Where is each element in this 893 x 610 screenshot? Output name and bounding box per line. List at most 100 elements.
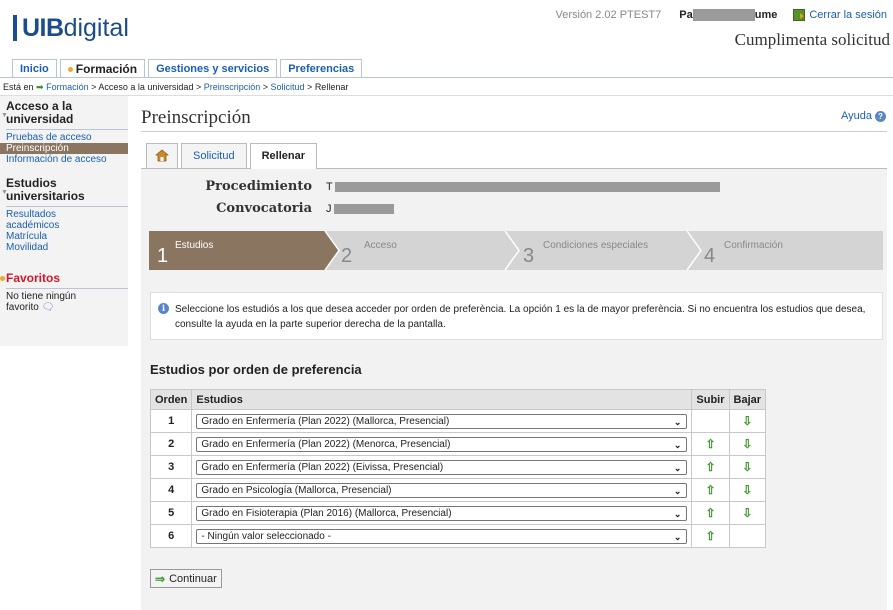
row-order: 3 (149, 455, 193, 479)
move-up-arrow-icon[interactable]: ⇧ (705, 483, 715, 497)
sidebar-section-estudios-label: Estudios universitarios (6, 176, 85, 203)
table-row: 6 - Ningún valor seleccionado - ⌄ ⇧ (149, 524, 767, 548)
sidebar-item-movilidad[interactable]: Movilidad (0, 242, 128, 253)
collapse-icon: ▼ (1, 112, 8, 119)
move-up-arrow-icon[interactable]: ⇧ (705, 437, 715, 451)
table-row: 1 Grado en Enfermería (Plan 2022) (Mallor… (149, 409, 767, 433)
procedimiento-label: Procedimiento (205, 179, 312, 194)
row-order: 1 (149, 409, 193, 433)
version-label: Versión 2.02 PTEST7 (555, 9, 662, 22)
breadcrumb-acceso: Acceso a la universidad (98, 82, 194, 92)
row-study-cell: Grado en Enfermería (Plan 2022) (Eivissa… (191, 455, 693, 479)
step-number: 4 (704, 245, 716, 267)
row-up-cell (691, 409, 730, 433)
move-up-arrow-icon[interactable]: ⇧ (705, 460, 715, 474)
top-navigation: Inicio Formación Gestiones y servicios P… (12, 59, 363, 77)
study-select[interactable]: Grado en Enfermería (Plan 2022) (Eivissa… (196, 459, 688, 475)
move-up-arrow-icon[interactable]: ⇧ (705, 506, 715, 520)
sidebar-section-estudios[interactable]: ▼ Estudios universitarios (0, 177, 128, 203)
move-up-arrow-icon[interactable]: ⇧ (705, 529, 715, 543)
logout-icon (793, 9, 806, 22)
tab-rellenar[interactable]: Rellenar (249, 143, 317, 169)
move-down-arrow-icon[interactable]: ⇩ (742, 414, 752, 428)
chevron-down-icon: ⌄ (673, 416, 682, 427)
nav-divider (0, 77, 893, 78)
sidebar-item-pruebas[interactable]: Pruebas de acceso (0, 132, 128, 143)
logo-bold-text: UIB (22, 13, 64, 42)
info-icon: i (158, 303, 169, 314)
row-order: 2 (149, 432, 193, 456)
continue-label: Continuar (169, 572, 217, 585)
row-up-cell: ⇧ (691, 455, 730, 479)
step-number: 1 (157, 245, 169, 267)
study-select-value: - Ningún valor seleccionado - (201, 530, 331, 542)
title-divider (141, 131, 887, 132)
logo-bar (13, 15, 17, 41)
help-link[interactable]: Ayuda? (841, 110, 886, 122)
favorites-title-label: Favoritos (6, 271, 61, 285)
row-up-cell: ⇧ (691, 501, 730, 525)
nav-tab-gestiones[interactable]: Gestiones y servicios (148, 59, 278, 77)
study-select[interactable]: Grado en Fisioterapia (Plan 2016) (Mallo… (196, 505, 688, 521)
study-select[interactable]: Grado en Enfermería (Plan 2022) (Mallorc… (196, 413, 688, 429)
study-select-value: Grado en Enfermería (Plan 2022) (Menorca… (201, 438, 451, 450)
tab-solicitud[interactable]: Solicitud (181, 143, 247, 168)
nav-tab-formacion[interactable]: Formación (59, 59, 146, 77)
move-down-arrow-icon[interactable]: ⇩ (742, 460, 752, 474)
row-order: 4 (149, 478, 193, 502)
move-down-arrow-icon[interactable]: ⇩ (742, 506, 752, 520)
home-icon (154, 149, 170, 162)
row-order: 6 (149, 524, 193, 548)
speech-bubble-icon[interactable]: 🗨 (42, 302, 55, 313)
sidebar-item-matricula[interactable]: Matrícula (0, 231, 128, 242)
sidebar-item-resultados[interactable]: Resultados académicos (0, 209, 80, 231)
breadcrumb-formacion[interactable]: Formación (46, 82, 89, 92)
sidebar-section-acceso[interactable]: ▼ Acceso a la universidad (0, 100, 128, 126)
logo-text: digital (63, 13, 129, 42)
study-select-value: Grado en Psicología (Mallorca, Presencia… (201, 484, 392, 496)
col-estudios: Estudios (191, 389, 693, 410)
tab-home[interactable] (146, 143, 178, 168)
nav-tab-preferencias[interactable]: Preferencias (280, 59, 363, 77)
favorites-title: Favoritos (0, 271, 128, 285)
chevron-down-icon: ⌄ (673, 462, 682, 473)
breadcrumb-preinscripcion[interactable]: Preinscripción (204, 82, 261, 92)
col-bajar: Bajar (728, 389, 767, 410)
convocatoria-value: J (326, 203, 394, 215)
continue-button[interactable]: ⇒ Continuar (150, 569, 222, 588)
row-up-cell: ⇧ (691, 432, 730, 456)
row-down-cell: ⇩ (728, 501, 767, 525)
logout-link[interactable]: Cerrar la sesión (793, 9, 887, 22)
study-select-value: Grado en Fisioterapia (Plan 2016) (Mallo… (201, 507, 452, 519)
row-study-cell: Grado en Enfermería (Plan 2022) (Menorca… (191, 432, 693, 456)
page-title: Preinscripción (141, 107, 251, 128)
nav-tab-inicio[interactable]: Inicio (12, 59, 57, 77)
procedimiento-value: T (326, 181, 720, 193)
row-study-cell: Grado en Fisioterapia (Plan 2016) (Mallo… (191, 501, 693, 525)
row-down-cell: ⇩ (728, 478, 767, 502)
convocatoria-label: Convocatoria (216, 201, 312, 216)
row-down-cell: ⇩ (728, 455, 767, 479)
help-label: Ayuda (841, 110, 872, 122)
sidebar-item-informacion[interactable]: Información de acceso (0, 154, 128, 165)
chevron-down-icon: ⌄ (673, 531, 682, 542)
breadcrumb-solicitud[interactable]: Solicitud (271, 82, 305, 92)
study-select[interactable]: - Ningún valor seleccionado - ⌄ (196, 528, 688, 544)
help-icon: ? (875, 110, 886, 122)
uib-digital-logo[interactable]: UIB digital (13, 10, 129, 46)
sidebar-item-preinscripcion[interactable]: Preinscripción (0, 143, 128, 154)
arrow-right-icon: ⇒ (155, 571, 166, 586)
study-select[interactable]: Grado en Psicología (Mallorca, Presencia… (196, 482, 688, 498)
user-name: Pa ume (679, 9, 777, 22)
move-down-arrow-icon[interactable]: ⇩ (742, 437, 752, 451)
row-order: 5 (149, 501, 193, 525)
sidebar: ▼ Acceso a la universidad Pruebas de acce… (0, 100, 128, 313)
breadcrumb-rellenar: Rellenar (314, 82, 349, 92)
move-down-arrow-icon[interactable]: ⇩ (742, 483, 752, 497)
sidebar-section-acceso-label: Acceso a la universidad (6, 99, 74, 126)
row-study-cell: - Ningún valor seleccionado - ⌄ (191, 524, 693, 548)
chevron-down-icon: ⌄ (673, 439, 682, 450)
row-study-cell: Grado en Psicología (Mallorca, Presencia… (191, 478, 693, 502)
preferences-table-body: 1 Grado en Enfermería (Plan 2022) (Mallor… (149, 409, 767, 548)
study-select[interactable]: Grado en Enfermería (Plan 2022) (Menorca… (196, 436, 688, 452)
